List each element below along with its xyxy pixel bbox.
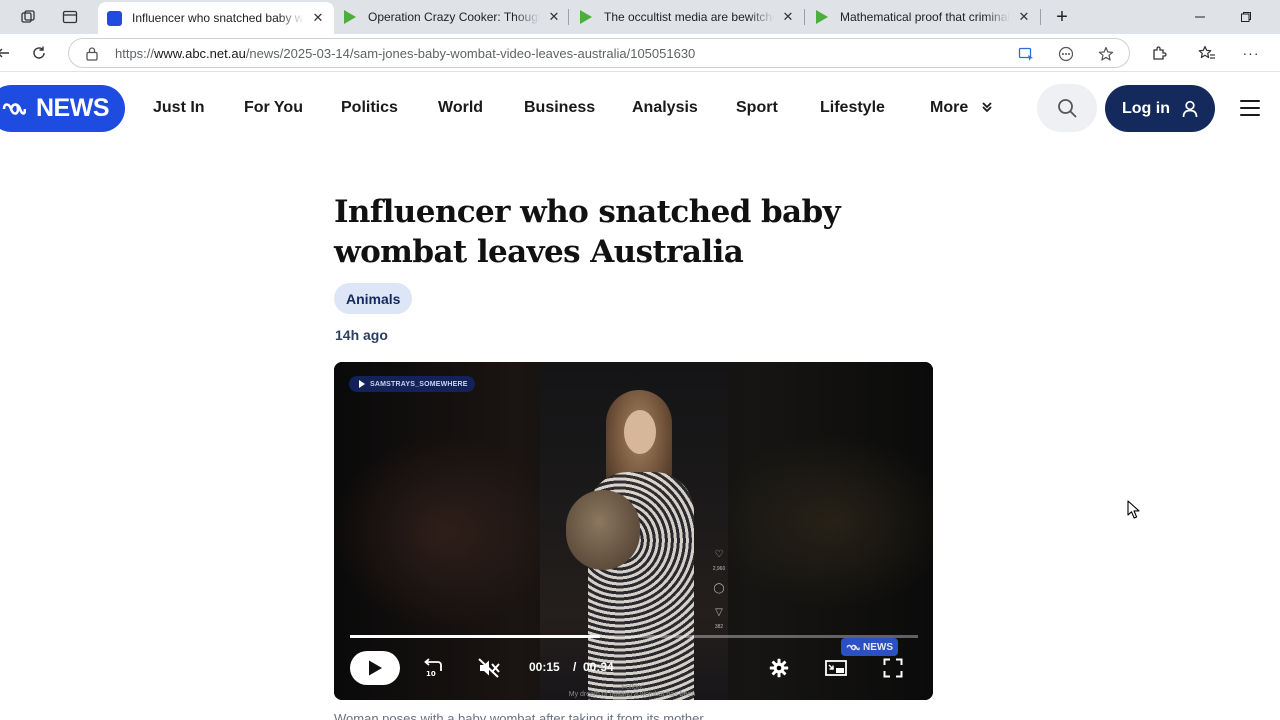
tab-occultist-media[interactable]: The occultist media are bewitched ✕ <box>570 2 804 32</box>
fullscreen-button[interactable] <box>881 656 905 680</box>
gear-icon <box>769 658 789 678</box>
abc-news-watermark: NEWS <box>841 638 898 656</box>
muted-speaker-icon <box>478 658 500 678</box>
share-icon: ▽ <box>715 607 723 618</box>
rumble-play-icon <box>342 9 358 25</box>
close-tab-icon[interactable]: ✕ <box>780 9 796 25</box>
topic-tag[interactable]: Animals <box>334 283 413 314</box>
video-wombat <box>566 490 640 570</box>
fullscreen-icon <box>883 658 903 678</box>
channel-chip: SAMSTRAYS_SOMEWHERE <box>349 376 475 392</box>
nav-world[interactable]: World <box>438 99 483 117</box>
logo-wordmark: NEWS <box>36 94 110 122</box>
favorite-star-icon[interactable] <box>1097 45 1115 63</box>
new-tab-icon[interactable]: + <box>1040 0 1084 34</box>
inner-caption-text: My dream of holding a wombat has been <box>568 691 696 698</box>
nav-politics[interactable]: Politics <box>341 99 398 117</box>
video-time-separator: / <box>573 660 577 674</box>
svg-text:10: 10 <box>426 670 436 678</box>
heart-icon: ♡ <box>714 549 724 560</box>
article-headline: Influencer who snatched baby wombat leav… <box>334 194 841 270</box>
tab-title: Influencer who snatched baby wombat leav… <box>132 11 304 25</box>
video-subject-face <box>624 410 656 454</box>
abc-lissajous-icon <box>2 103 26 115</box>
nav-more[interactable]: More <box>930 99 993 117</box>
workspaces-icon[interactable] <box>6 0 50 34</box>
extensions-icon[interactable] <box>1148 42 1170 64</box>
share-count: 382 <box>714 624 724 630</box>
tab-actions-icon[interactable] <box>48 0 92 34</box>
tab-title: Operation Crazy Cooker: Thoughts <box>368 10 540 24</box>
url-text: https://www.abc.net.au/news/2025-03-14/s… <box>115 46 696 61</box>
site-header: NEWS Just In For You Politics World Busi… <box>0 72 1280 146</box>
picture-in-picture-icon <box>825 660 847 676</box>
reading-view-icon[interactable] <box>1057 45 1075 63</box>
browser-tab-strip: Influencer who snatched baby wombat leav… <box>0 0 1280 34</box>
comment-icon: ◯ <box>713 583 725 594</box>
tab-mathematical-proof[interactable]: Mathematical proof that criminally ✕ <box>806 2 1040 32</box>
article-timestamp: 14h ago <box>335 327 388 343</box>
tab-abc-news[interactable]: Influencer who snatched baby wombat leav… <box>98 2 334 34</box>
play-icon <box>369 660 382 676</box>
nav-sport[interactable]: Sport <box>736 99 778 117</box>
tab-operation-crazy-cooker[interactable]: Operation Crazy Cooker: Thoughts ✕ <box>334 2 570 32</box>
video-current-time: 00:15 <box>529 660 560 674</box>
video-progress-bar[interactable] <box>350 635 918 638</box>
rewind-10-icon: 10 <box>424 658 442 678</box>
user-icon <box>1182 100 1198 117</box>
nav-more-label: More <box>930 99 969 116</box>
mouse-cursor-icon <box>1127 500 1140 519</box>
watermark-text: NEWS <box>863 641 893 653</box>
tab-title: The occultist media are bewitched <box>604 10 774 24</box>
video-duration: 00:34 <box>583 660 614 674</box>
nav-just-in[interactable]: Just In <box>153 99 205 117</box>
tab-separator <box>568 9 569 25</box>
social-side-icons: ♡ 2,960 ◯ ▽ 382 <box>710 548 728 634</box>
rumble-play-icon <box>578 9 594 25</box>
immersive-reader-icon[interactable] <box>1017 45 1035 63</box>
abc-news-logo[interactable]: NEWS <box>0 85 125 132</box>
settings-button[interactable] <box>767 656 791 680</box>
nav-lifestyle[interactable]: Lifestyle <box>820 99 885 117</box>
video-inner-caption: Follow My dream of holding a wombat has … <box>542 684 722 698</box>
lock-icon[interactable] <box>85 46 99 66</box>
back-icon[interactable] <box>0 42 14 64</box>
favorites-icon[interactable] <box>1196 42 1218 64</box>
video-player[interactable]: SAMSTRAYS_SOMEWHERE ♡ 2,960 ◯ ▽ 382 Foll… <box>334 362 933 700</box>
login-label: Log in <box>1122 99 1170 117</box>
video-caption: Woman poses with a baby wombat after tak… <box>334 711 704 720</box>
login-button[interactable]: Log in <box>1105 85 1215 132</box>
follow-label: Follow <box>621 684 643 691</box>
abc-news-icon <box>106 10 122 26</box>
play-button[interactable] <box>350 651 400 685</box>
channel-name: SAMSTRAYS_SOMEWHERE <box>370 380 468 388</box>
nav-business[interactable]: Business <box>524 99 595 117</box>
search-icon <box>1058 99 1077 118</box>
close-tab-icon[interactable]: ✕ <box>310 10 326 26</box>
restore-icon[interactable] <box>1224 0 1268 34</box>
double-chevron-down-icon <box>982 102 992 113</box>
search-button[interactable] <box>1037 84 1097 132</box>
browser-toolbar: https://www.abc.net.au/news/2025-03-14/s… <box>0 34 1280 72</box>
more-options-icon[interactable]: ··· <box>1240 42 1262 64</box>
close-tab-icon[interactable]: ✕ <box>546 9 562 25</box>
play-small-icon <box>359 380 365 388</box>
rewind-10-button[interactable]: 10 <box>420 656 444 680</box>
close-tab-icon[interactable]: ✕ <box>1016 9 1032 25</box>
abc-lissajous-icon <box>846 644 860 650</box>
menu-icon[interactable] <box>1240 100 1260 116</box>
tab-separator <box>804 9 805 25</box>
mute-button[interactable] <box>477 656 501 680</box>
nav-for-you[interactable]: For You <box>244 99 303 117</box>
like-count: 2,960 <box>712 566 726 572</box>
picture-in-picture-button[interactable] <box>824 656 848 680</box>
refresh-icon[interactable] <box>28 42 50 64</box>
nav-analysis[interactable]: Analysis <box>632 99 698 117</box>
address-bar[interactable]: https://www.abc.net.au/news/2025-03-14/s… <box>68 38 1130 68</box>
video-progress-fill <box>350 635 600 638</box>
minimize-icon[interactable] <box>1178 0 1222 34</box>
tab-title: Mathematical proof that criminally <box>840 10 1010 24</box>
rumble-play-icon <box>814 9 830 25</box>
